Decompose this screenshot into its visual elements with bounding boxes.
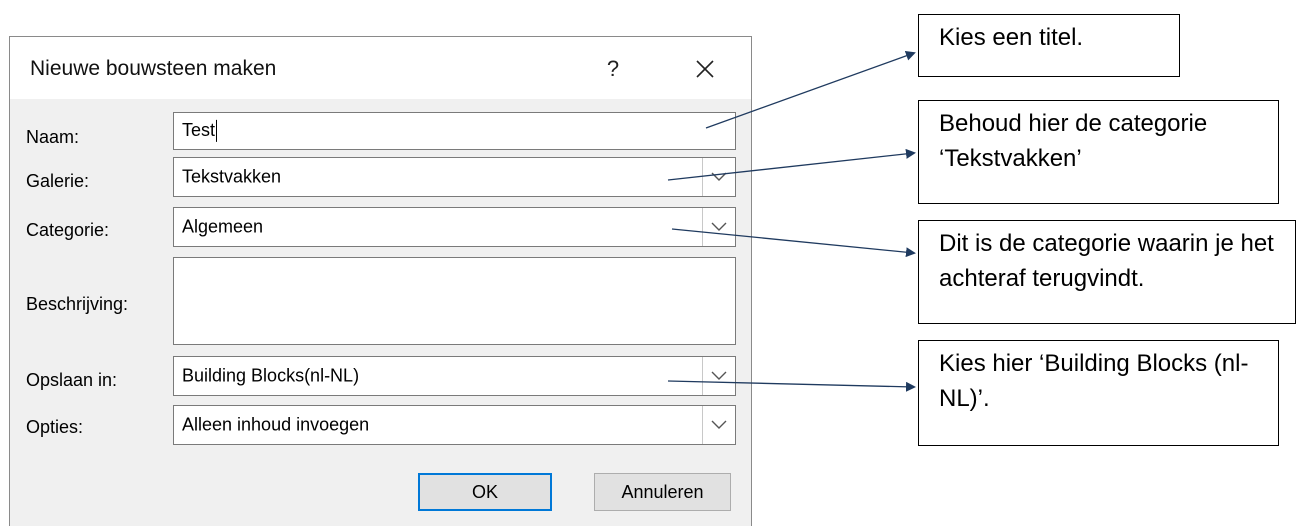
arrow-title [705, 51, 916, 129]
arrow-save-location [667, 380, 916, 392]
arrow-gallery [667, 148, 916, 181]
annotation-arrows [667, 51, 916, 392]
arrow-category [671, 228, 916, 258]
